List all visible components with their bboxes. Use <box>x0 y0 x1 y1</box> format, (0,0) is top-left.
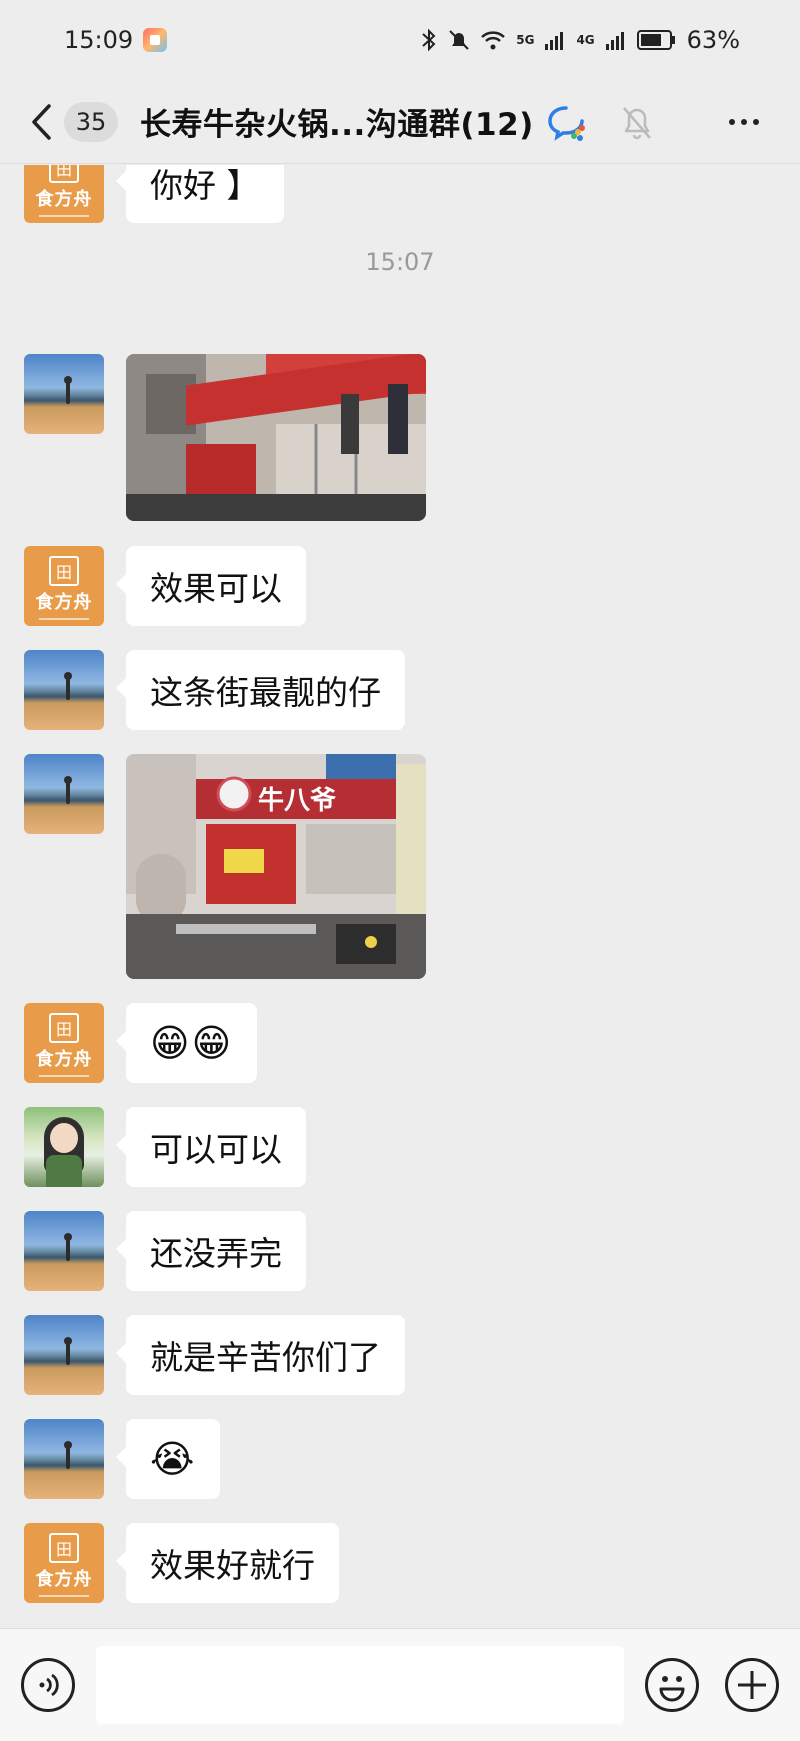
emoji-icon <box>659 1676 685 1702</box>
image-message-storefront-sign[interactable]: 牛八爷 <box>126 754 426 979</box>
message-row: 还没弄完 <box>24 1211 306 1291</box>
avatar-photo[interactable] <box>24 1211 104 1291</box>
bluetooth-icon <box>422 28 436 52</box>
avatar-photo[interactable] <box>24 1419 104 1499</box>
unread-count-badge[interactable]: 35 <box>64 101 118 142</box>
avatar-brand[interactable]: 田 食方舟 <box>24 1523 104 1603</box>
message-input-bar <box>0 1628 800 1741</box>
wecom-icon[interactable] <box>546 102 586 142</box>
message-bubble[interactable]: 可以可以 <box>116 1107 306 1187</box>
chat-header: 35 长寿牛杂火锅...沟通群(12) <box>0 80 800 164</box>
voice-icon <box>39 1673 59 1697</box>
battery-percent: 63% <box>686 26 740 54</box>
storefront-photo-icon <box>126 354 426 521</box>
storefront-photo-icon: 牛八爷 <box>126 754 426 979</box>
avatar-photo[interactable] <box>24 754 104 834</box>
brand-avatar-label: 食方舟 <box>35 189 93 210</box>
wifi-icon <box>481 31 506 50</box>
avatar-brand[interactable]: 田 食方舟 <box>24 1003 104 1083</box>
message-row <box>24 354 426 521</box>
brand-logo-icon: 田 <box>49 556 79 586</box>
status-time: 15:09 <box>64 26 134 54</box>
image-sign-text: 牛八爷 <box>258 786 337 816</box>
more-icon-dot <box>741 119 747 125</box>
emoji-button[interactable] <box>645 1658 699 1712</box>
brand-avatar-underline <box>39 1595 89 1597</box>
plus-icon[interactable] <box>725 1658 779 1712</box>
brand-avatar-underline <box>39 618 89 620</box>
message-row: 田 食方舟 你好 】 <box>24 165 284 223</box>
brand-avatar-underline <box>39 215 89 217</box>
app-notification-icon <box>143 28 168 52</box>
message-bubble[interactable]: 还没弄完 <box>116 1211 306 1291</box>
avatar-brand[interactable]: 田 食方舟 <box>24 165 104 223</box>
voice-input-button[interactable] <box>21 1658 75 1712</box>
brand-avatar-label: 食方舟 <box>35 592 93 613</box>
message-row: 田 食方舟 😁😁 <box>24 1003 258 1083</box>
message-row: 就是辛苦你们了 <box>24 1315 405 1395</box>
mute-bell-icon[interactable] <box>620 102 654 142</box>
message-bubble[interactable]: 就是辛苦你们了 <box>116 1315 405 1395</box>
battery-icon <box>636 30 675 50</box>
message-row: 这条街最靓的仔 <box>24 650 405 730</box>
avatar-brand[interactable]: 田 食方舟 <box>24 546 104 626</box>
message-bubble[interactable]: 这条街最靓的仔 <box>116 650 405 730</box>
emoji-message-bubble[interactable]: 😁😁 <box>115 1003 258 1083</box>
message-bubble[interactable]: 效果好就行 <box>116 1523 339 1603</box>
brand-logo-icon: 田 <box>49 165 79 183</box>
avatar-photo[interactable] <box>24 354 104 434</box>
more-icon-dot <box>729 119 735 125</box>
brand-logo-icon: 田 <box>49 1013 79 1043</box>
avatar-girl[interactable] <box>24 1107 104 1187</box>
back-button[interactable] <box>30 102 60 142</box>
chat-title[interactable]: 长寿牛杂火锅...沟通群(12) <box>140 99 534 144</box>
message-row: 可以可以 <box>24 1107 306 1187</box>
chat-timestamp: 15:07 <box>365 248 435 276</box>
message-row: 田 食方舟 效果好就行 <box>24 1523 339 1603</box>
brand-avatar-underline <box>39 1075 89 1077</box>
image-message-storefront-install[interactable] <box>126 354 426 521</box>
message-text-input[interactable] <box>96 1646 624 1724</box>
message-bubble[interactable]: 效果可以 <box>116 546 306 626</box>
brand-avatar-label: 食方舟 <box>35 1569 93 1590</box>
signal-icon-2 <box>605 32 624 50</box>
chat-message-list[interactable]: 田 食方舟 你好 】 15:07 田 食方舟 效果可以 这条街最靓的仔 牛八爷 … <box>0 165 800 1628</box>
brand-avatar-label: 食方舟 <box>35 1049 93 1070</box>
network-5g-label: 5G <box>516 33 535 47</box>
message-row: 😭 <box>24 1419 221 1499</box>
more-button[interactable] <box>722 102 766 142</box>
status-bar: 15:09 5G 4G 63% <box>0 0 800 80</box>
emoji-message-bubble[interactable]: 😭 <box>115 1419 221 1499</box>
back-icon <box>32 103 51 140</box>
avatar-photo[interactable] <box>24 650 104 730</box>
message-row: 田 食方舟 效果可以 <box>24 546 306 626</box>
brand-logo-icon: 田 <box>49 1533 79 1563</box>
more-icon-dot <box>753 119 759 125</box>
avatar-photo[interactable] <box>24 1315 104 1395</box>
network-4g-label: 4G <box>576 33 595 47</box>
mute-status-icon <box>449 30 469 50</box>
message-row: 牛八爷 <box>24 754 426 979</box>
message-bubble[interactable]: 你好 】 <box>116 165 284 223</box>
signal-icon <box>545 32 564 50</box>
